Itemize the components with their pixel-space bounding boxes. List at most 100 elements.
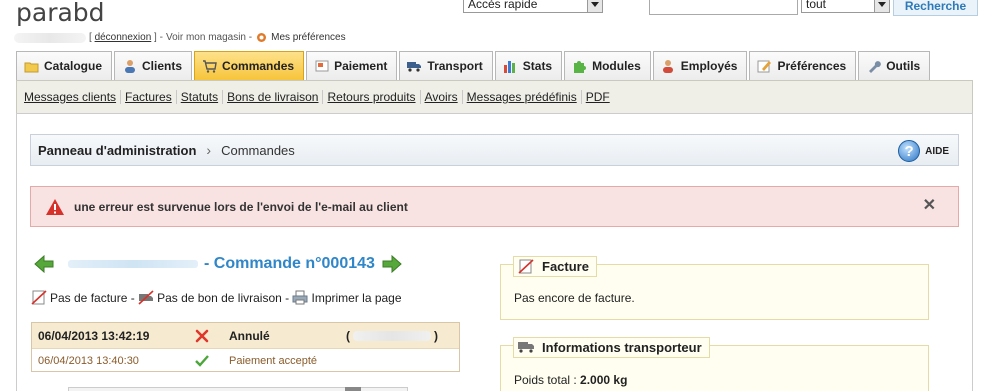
search-button[interactable]: Recherche <box>893 0 978 16</box>
employee-icon <box>661 59 676 73</box>
quick-access-select[interactable]: Accès rapide <box>463 0 603 13</box>
error-message: une erreur est survenue lors de l'envoi … <box>74 199 408 214</box>
table-row: 06/04/2013 13:42:19 Annulé ( ) <box>32 323 459 349</box>
close-icon[interactable]: ✕ <box>923 195 936 215</box>
breadcrumb-root[interactable]: Panneau d'administration <box>38 143 196 158</box>
tab-label: Clients <box>142 59 183 73</box>
admin-page: parabd [ déconnexion ] - Voir mon magasi… <box>0 0 987 391</box>
breadcrumb-current: Commandes <box>221 142 295 158</box>
chevron-down-icon[interactable] <box>345 387 361 391</box>
search-scope-select[interactable]: tout <box>801 0 890 13</box>
customer-name-redacted <box>68 260 198 268</box>
payment-icon <box>314 59 329 73</box>
tab-modules[interactable]: Modules <box>564 51 651 80</box>
history-status: Paiement accepté <box>229 354 318 367</box>
chevron-down-icon[interactable] <box>587 0 602 12</box>
tab-employes[interactable]: Employés <box>652 51 748 80</box>
employee-name-redacted <box>353 330 431 341</box>
subnav-item-retours-produits[interactable]: Retours produits <box>323 90 421 104</box>
invoice-body: Pas encore de facture. <box>514 291 635 305</box>
employee-name-redacted <box>14 32 86 43</box>
folder-icon <box>24 59 39 73</box>
carrier-title-text: Informations transporteur <box>542 340 702 355</box>
separator: - <box>281 290 293 305</box>
subnav-item-bons-livraison[interactable]: Bons de livraison <box>223 90 324 104</box>
carrier-weight: Poids total : 2.000 kg <box>514 373 627 387</box>
quick-access-value: Accès rapide <box>468 0 538 11</box>
tab-label: Transport <box>427 59 483 73</box>
subnav-item-statuts[interactable]: Statuts <box>177 90 224 104</box>
search-input[interactable] <box>649 0 798 15</box>
subnav-item-messages-clients[interactable]: Messages clients <box>20 90 122 104</box>
history-date: 06/04/2013 13:42:19 <box>38 328 150 343</box>
tab-label: Catalogue <box>44 59 103 73</box>
my-preferences-link[interactable]: Mes préférences <box>271 32 345 43</box>
next-order-arrow-icon[interactable] <box>382 254 402 274</box>
table-row: 06/04/2013 13:40:30 Paiement accepté <box>32 349 459 372</box>
subnav-item-pdf[interactable]: PDF <box>582 90 614 104</box>
history-status: Annulé <box>229 328 270 343</box>
tab-clients[interactable]: Clients <box>114 51 193 80</box>
separator: - <box>127 290 139 305</box>
tab-label: Employés <box>680 59 738 73</box>
chevron-right-icon: › <box>206 142 212 158</box>
subnav-item-avoirs[interactable]: Avoirs <box>421 90 463 104</box>
breadcrumb: Panneau d'administration › Commandes ? A… <box>30 134 959 166</box>
tab-paiement[interactable]: Paiement <box>306 51 398 80</box>
cross-icon <box>195 329 229 343</box>
carrier-panel-title: Informations transporteur <box>513 337 710 358</box>
weight-value: 2.000 kg <box>580 373 628 387</box>
tab-label: Commandes <box>222 59 295 73</box>
view-shop-link[interactable]: Voir mon magasin <box>166 32 246 43</box>
no-delivery-slip-label: Pas de bon de livraison <box>157 290 282 305</box>
invoice-panel: Facture Pas encore de facture. <box>500 256 929 320</box>
tab-transport[interactable]: Transport <box>399 51 493 80</box>
wrench-icon <box>866 59 881 73</box>
printer-icon[interactable] <box>292 290 308 305</box>
tab-label: Préférences <box>777 59 847 73</box>
history-date: 06/04/2013 13:40:30 <box>38 354 139 367</box>
separator: - <box>246 32 253 43</box>
tab-label: Outils <box>886 59 921 73</box>
order-history-table: 06/04/2013 13:42:19 Annulé ( ) 06/04/201… <box>31 322 460 372</box>
tab-preferences[interactable]: Préférences <box>749 51 857 80</box>
help-label: AIDE <box>925 145 949 157</box>
logout-link[interactable]: déconnexion <box>95 32 152 43</box>
order-title: - Commande n°000143 <box>204 255 375 272</box>
previous-order-arrow-icon[interactable] <box>34 254 54 274</box>
employee-paren-open: ( <box>346 328 350 343</box>
tab-label: Stats <box>522 59 553 73</box>
help-button[interactable]: ? AIDE <box>898 140 949 162</box>
chevron-down-icon[interactable] <box>874 0 889 12</box>
shop-name: parabd <box>16 0 105 27</box>
truck-icon <box>518 340 536 356</box>
order-actions: Pas de facture - Pas de bon de livraison… <box>31 290 402 305</box>
order-title-bar: - Commande n°000143 <box>34 254 402 274</box>
invoice-title-text: Facture <box>542 259 589 274</box>
tab-commandes[interactable]: Commandes <box>194 51 305 80</box>
invoice-panel-title: Facture <box>513 256 597 277</box>
user-bar: [ déconnexion ] - Voir mon magasin - Mes… <box>14 31 346 44</box>
customer-icon <box>122 59 137 73</box>
no-delivery-slip-icon <box>138 290 154 305</box>
gear-icon <box>255 31 268 44</box>
orders-subnav: Messages clients Factures Statuts Bons d… <box>16 80 973 113</box>
cart-icon <box>202 59 217 73</box>
truck-icon <box>407 59 422 73</box>
check-icon <box>195 354 229 367</box>
preferences-icon <box>757 59 772 73</box>
separator: ] - <box>151 32 163 43</box>
print-page-link[interactable]: Imprimer la page <box>311 291 401 305</box>
no-invoice-icon <box>31 290 47 305</box>
search-scope-value: tout <box>806 0 827 11</box>
no-invoice-icon <box>518 258 536 275</box>
tab-stats[interactable]: Stats <box>494 51 563 80</box>
tab-catalogue[interactable]: Catalogue <box>16 51 113 80</box>
employee-paren-close: ) <box>434 328 438 343</box>
error-alert: une erreur est survenue lors de l'envoi … <box>30 186 959 227</box>
warning-icon <box>45 198 65 216</box>
subnav-item-messages-predefinis[interactable]: Messages prédéfinis <box>463 90 582 104</box>
tab-outils[interactable]: Outils <box>858 51 931 80</box>
subnav-item-factures[interactable]: Factures <box>121 90 177 104</box>
no-invoice-label: Pas de facture <box>50 290 128 305</box>
